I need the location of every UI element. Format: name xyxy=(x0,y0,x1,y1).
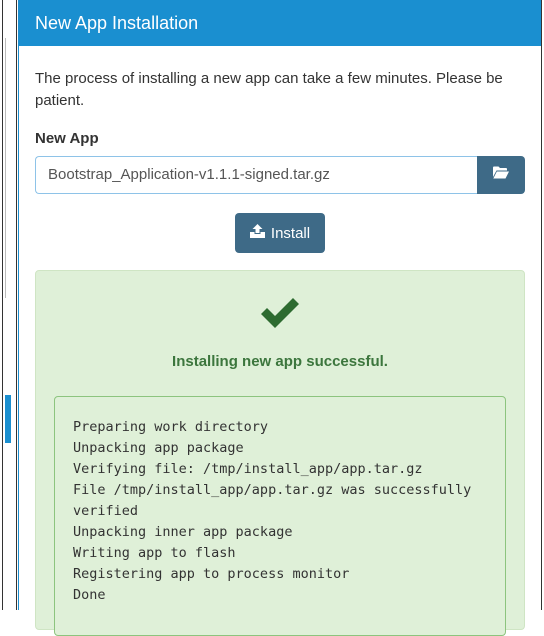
intro-text: The process of installing a new app can … xyxy=(35,70,503,109)
log-line: File /tmp/install_app/app.tar.gz was suc… xyxy=(73,482,472,498)
sidebar-edge-line xyxy=(2,0,3,610)
check-icon-wrap xyxy=(36,295,524,339)
upload-icon xyxy=(249,224,265,242)
panel-title: New App Installation xyxy=(19,0,541,46)
log-line: Registering app to process monitor xyxy=(73,566,350,582)
log-line: Unpacking app package xyxy=(73,440,244,456)
file-path-input[interactable]: Bootstrap_Application-v1.1.1-signed.tar.… xyxy=(35,156,477,194)
success-message: Installing new app successful. xyxy=(172,353,388,370)
success-alert: Installing new app successful. Preparing… xyxy=(35,270,525,636)
log-line: Writing app to flash xyxy=(73,545,236,561)
folder-open-icon xyxy=(493,166,509,184)
log-line: verified xyxy=(73,503,139,519)
panel-body: The process of installing a new app can … xyxy=(19,46,541,636)
install-log: Preparing work directory Unpacking app p… xyxy=(54,396,506,636)
file-picker: Bootstrap_Application-v1.1.1-signed.tar.… xyxy=(35,156,525,194)
sidebar-active-marker xyxy=(5,395,11,443)
log-line: Preparing work directory xyxy=(73,419,269,435)
install-row: Install xyxy=(35,213,525,253)
log-line: Done xyxy=(73,587,106,603)
log-line: Verifying file: /tmp/install_app/app.tar… xyxy=(73,461,423,477)
sidebar-section xyxy=(5,38,12,298)
browse-button[interactable] xyxy=(477,156,525,194)
new-app-label: New App xyxy=(35,130,99,147)
install-panel: New App Installation The process of inst… xyxy=(18,0,542,636)
check-icon xyxy=(258,298,302,335)
sidebar-edge xyxy=(0,0,17,610)
install-button[interactable]: Install xyxy=(234,213,326,253)
install-button-label: Install xyxy=(270,224,311,242)
log-line: Unpacking inner app package xyxy=(73,524,293,540)
